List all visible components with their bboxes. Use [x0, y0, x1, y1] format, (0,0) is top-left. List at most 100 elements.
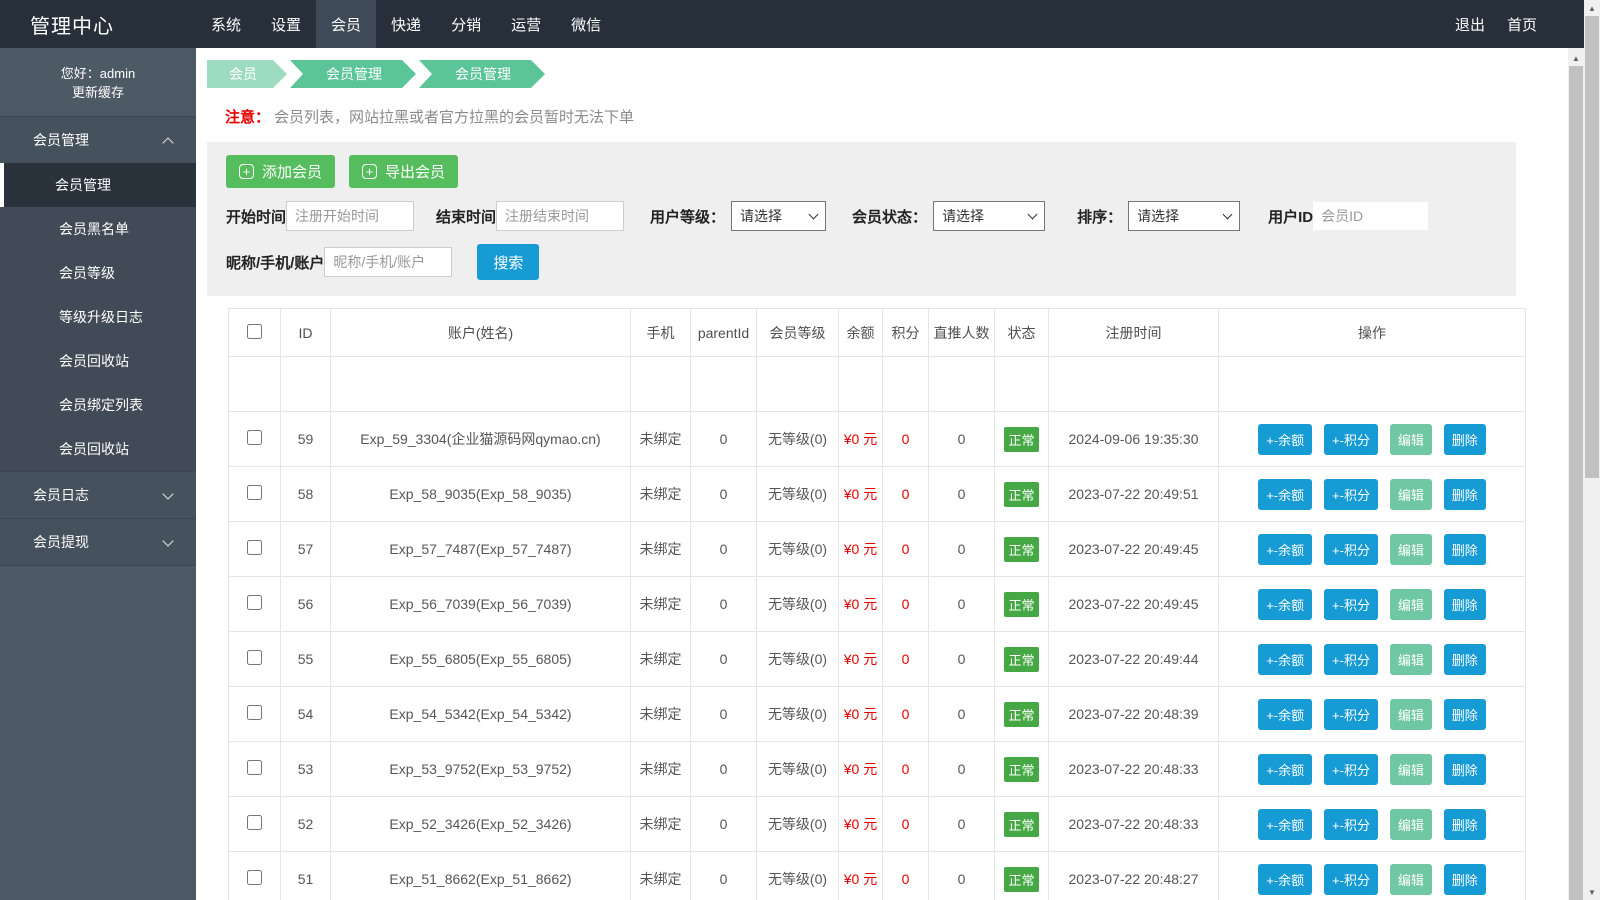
adjust-balance-button[interactable]: +-余额	[1258, 479, 1312, 510]
export-member-button[interactable]: + 导出会员	[349, 155, 458, 188]
edit-button[interactable]: 编辑	[1390, 644, 1432, 675]
cell-status: 正常	[995, 467, 1049, 522]
edit-button[interactable]: 编辑	[1390, 754, 1432, 785]
delete-button[interactable]: 删除	[1444, 424, 1486, 455]
status-badge: 正常	[1004, 427, 1038, 452]
adjust-points-button[interactable]: +-积分	[1324, 479, 1378, 510]
member-status-select[interactable]: 请选择	[933, 201, 1045, 231]
adjust-balance-button[interactable]: +-余额	[1258, 589, 1312, 620]
cell-status: 正常	[995, 687, 1049, 742]
sidebar-sub-item[interactable]: 会员等级	[0, 251, 196, 295]
end-time-input[interactable]	[496, 201, 624, 231]
row-checkbox[interactable]	[247, 540, 262, 555]
row-checkbox[interactable]	[247, 595, 262, 610]
nav-menu-item[interactable]: 系统	[196, 0, 256, 48]
cell-balance: ¥0 元	[839, 522, 883, 577]
edit-button[interactable]: 编辑	[1390, 699, 1432, 730]
sidebar-section-header[interactable]: 会员日志	[0, 472, 196, 518]
nav-menu-item[interactable]: 分销	[436, 0, 496, 48]
edit-button[interactable]: 编辑	[1390, 479, 1432, 510]
row-checkbox[interactable]	[247, 870, 262, 885]
refresh-cache-link[interactable]: 更新缓存	[0, 83, 196, 102]
nav-right-item[interactable]: 首页	[1496, 0, 1548, 48]
cell-level: 无等级(0)	[757, 742, 839, 797]
adjust-points-button[interactable]: +-积分	[1324, 424, 1378, 455]
delete-button[interactable]: 删除	[1444, 644, 1486, 675]
outer-scrollbar-thumb[interactable]	[1585, 16, 1599, 478]
sidebar-sub-item[interactable]: 会员回收站	[0, 427, 196, 471]
scroll-up-icon[interactable]: ▲	[1568, 50, 1584, 66]
outer-scrollbar: ▲ ▼	[1584, 0, 1600, 900]
breadcrumb-item[interactable]: 会员	[207, 60, 287, 88]
select-all-checkbox[interactable]	[247, 324, 262, 339]
adjust-points-button[interactable]: +-积分	[1324, 644, 1378, 675]
delete-button[interactable]: 删除	[1444, 699, 1486, 730]
delete-button[interactable]: 删除	[1444, 534, 1486, 565]
adjust-balance-button[interactable]: +-余额	[1258, 699, 1312, 730]
cell-points: 0	[883, 742, 929, 797]
breadcrumb: 会员会员管理会员管理	[207, 60, 1568, 88]
scroll-up-icon[interactable]: ▲	[1584, 0, 1600, 16]
adjust-balance-button[interactable]: +-余额	[1258, 644, 1312, 675]
nav-right-item[interactable]: 退出	[1444, 0, 1496, 48]
sort-select[interactable]: 请选择	[1128, 201, 1240, 231]
row-checkbox[interactable]	[247, 705, 262, 720]
cell-balance: ¥0 元	[839, 632, 883, 687]
keyword-input[interactable]	[324, 247, 452, 277]
adjust-points-button[interactable]: +-积分	[1324, 699, 1378, 730]
row-checkbox[interactable]	[247, 650, 262, 665]
adjust-points-button[interactable]: +-积分	[1324, 864, 1378, 895]
row-checkbox[interactable]	[247, 760, 262, 775]
sidebar-sub-item[interactable]: 等级升级日志	[0, 295, 196, 339]
sidebar-section-header[interactable]: 会员提现	[0, 519, 196, 565]
adjust-balance-button[interactable]: +-余额	[1258, 534, 1312, 565]
nav-menu-item[interactable]: 快递	[376, 0, 436, 48]
user-level-select[interactable]: 请选择	[731, 201, 826, 231]
add-member-button[interactable]: + 添加会员	[226, 155, 335, 188]
member-status-label: 会员状态：	[852, 206, 927, 227]
inner-scrollbar-thumb[interactable]	[1569, 66, 1583, 900]
delete-button[interactable]: 删除	[1444, 589, 1486, 620]
nav-menu-item[interactable]: 运营	[496, 0, 556, 48]
nav-menu-item[interactable]: 微信	[556, 0, 616, 48]
start-time-input[interactable]	[286, 201, 414, 231]
adjust-balance-button[interactable]: +-余额	[1258, 864, 1312, 895]
delete-button[interactable]: 删除	[1444, 809, 1486, 840]
row-checkbox[interactable]	[247, 815, 262, 830]
status-badge: 正常	[1004, 812, 1038, 837]
sidebar-sub-item[interactable]: 会员绑定列表	[0, 383, 196, 427]
sidebar-sub-item[interactable]: 会员回收站	[0, 339, 196, 383]
adjust-points-button[interactable]: +-积分	[1324, 534, 1378, 565]
row-checkbox[interactable]	[247, 430, 262, 445]
user-id-input[interactable]	[1313, 202, 1428, 230]
adjust-points-button[interactable]: +-积分	[1324, 809, 1378, 840]
adjust-balance-button[interactable]: +-余额	[1258, 809, 1312, 840]
cell-balance: ¥0 元	[839, 797, 883, 852]
adjust-balance-button[interactable]: +-余额	[1258, 754, 1312, 785]
search-button[interactable]: 搜索	[477, 244, 539, 280]
cell-level: 无等级(0)	[757, 467, 839, 522]
sidebar-sub-item[interactable]: 会员管理	[0, 163, 196, 207]
breadcrumb-item[interactable]: 会员管理	[419, 60, 545, 88]
table-row: 54 Exp_54_5342(Exp_54_5342) 未绑定 0 无等级(0)…	[229, 687, 1526, 742]
edit-button[interactable]: 编辑	[1390, 809, 1432, 840]
breadcrumb-item[interactable]: 会员管理	[290, 60, 416, 88]
edit-button[interactable]: 编辑	[1390, 424, 1432, 455]
row-checkbox[interactable]	[247, 485, 262, 500]
nav-menu-item[interactable]: 会员	[316, 0, 376, 48]
nav-menu-item[interactable]: 设置	[256, 0, 316, 48]
adjust-points-button[interactable]: +-积分	[1324, 754, 1378, 785]
sidebar-sub-item[interactable]: 会员黑名单	[0, 207, 196, 251]
scroll-down-icon[interactable]: ▼	[1584, 884, 1600, 900]
adjust-points-button[interactable]: +-积分	[1324, 589, 1378, 620]
adjust-balance-button[interactable]: +-余额	[1258, 424, 1312, 455]
sidebar-section-header[interactable]: 会员管理	[0, 117, 196, 163]
cell-registered: 2023-07-22 20:49:45	[1049, 522, 1219, 577]
delete-button[interactable]: 删除	[1444, 754, 1486, 785]
delete-button[interactable]: 删除	[1444, 864, 1486, 895]
edit-button[interactable]: 编辑	[1390, 589, 1432, 620]
edit-button[interactable]: 编辑	[1390, 864, 1432, 895]
delete-button[interactable]: 删除	[1444, 479, 1486, 510]
top-navbar: 管理中心 系统设置会员快递分销运营微信 退出首页	[0, 0, 1584, 48]
edit-button[interactable]: 编辑	[1390, 534, 1432, 565]
